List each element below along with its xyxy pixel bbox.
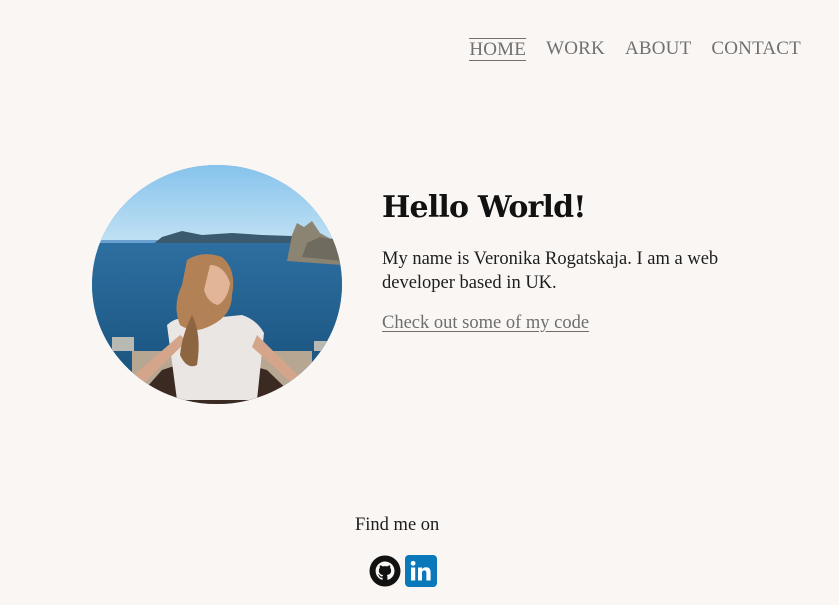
- github-link[interactable]: [369, 555, 401, 587]
- linkedin-icon: [405, 555, 437, 587]
- profile-photo: [92, 165, 342, 404]
- find-me-label: Find me on: [355, 515, 440, 535]
- intro-section: Hello World! My name is Veronika Rogatsk…: [382, 189, 782, 334]
- page-title: Hello World!: [382, 190, 586, 225]
- nav-work[interactable]: WORK: [546, 37, 605, 61]
- social-links: [369, 555, 437, 587]
- linkedin-link[interactable]: [405, 555, 437, 587]
- main-nav: HOME WORK ABOUT CONTACT: [469, 37, 801, 61]
- nav-home[interactable]: HOME: [469, 38, 527, 61]
- code-link[interactable]: Check out some of my code: [382, 313, 589, 334]
- page: HOME WORK ABOUT CONTACT Hello World! My …: [0, 0, 839, 605]
- nav-contact[interactable]: CONTACT: [711, 37, 801, 61]
- github-icon: [369, 555, 401, 587]
- intro-text: My name is Veronika Rogatskaja. I am a w…: [382, 249, 719, 293]
- nav-about[interactable]: ABOUT: [625, 37, 691, 61]
